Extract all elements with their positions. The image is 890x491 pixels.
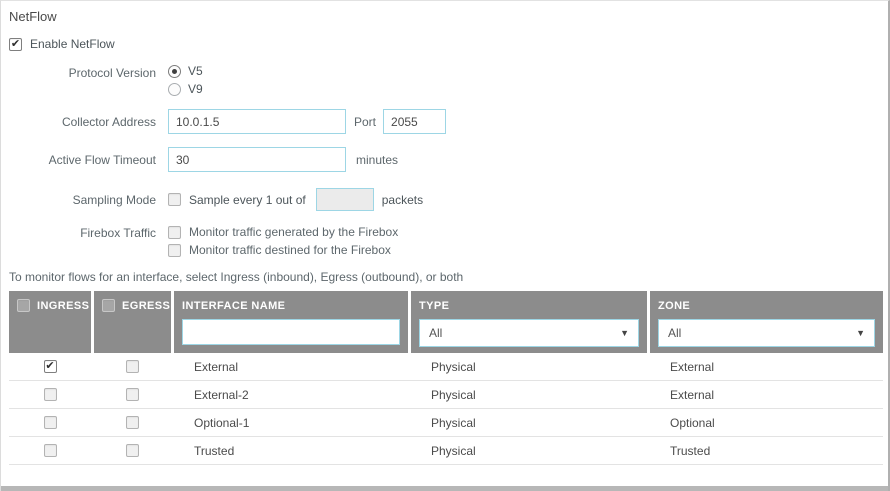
row-ingress-checkbox[interactable] [43,360,57,373]
type-header-label: TYPE [419,299,450,312]
sampling-mode-row: Sampling Mode Sample every 1 out of pack… [9,188,880,211]
table-intro-text: To monitor flows for an interface, selec… [9,270,464,284]
row-zone: Optional [670,415,715,430]
sampling-packets-label: packets [381,192,424,207]
table-header: INGRESS EGRESS INTERFACE NAME TYPE All ▼… [9,291,883,353]
collector-address-row: Collector Address Port [9,109,880,134]
v5-radio-label: V5 [188,64,203,78]
sampling-mode-label: Sampling Mode [72,192,156,207]
row-egress-checkbox[interactable] [126,388,139,401]
zone-header-label: ZONE [658,299,691,312]
table-row: External-2 Physical External [9,381,883,409]
row-egress-checkbox[interactable] [126,360,139,373]
row-ingress-checkbox[interactable] [43,416,57,429]
protocol-version-label: Protocol Version [68,66,156,80]
active-flow-timeout-input[interactable] [168,147,346,172]
sampling-rate-input[interactable] [315,188,374,211]
interface-name-filter-input[interactable] [182,319,400,345]
collector-address-label: Collector Address [61,114,156,129]
table-body: External Physical External External-2 Ph… [9,353,883,465]
active-flow-timeout-label: Active Flow Timeout [48,152,156,167]
interface-name-header-label: INTERFACE NAME [182,299,286,312]
firebox-traffic-destined-option: Monitor traffic destined for the Firebox [168,243,398,257]
row-interface-name: Trusted [194,443,235,458]
egress-select-all-checkbox[interactable] [102,299,115,312]
header-cell-egress: EGRESS [94,291,171,353]
enable-netflow-row: Enable NetFlow [9,37,880,51]
bottom-edge-bar [1,486,888,491]
firebox-traffic-generated-option: Monitor traffic generated by the Firebox [168,225,398,239]
monitor-destined-checkbox[interactable] [168,243,181,257]
type-filter-value: All [429,326,443,340]
ingress-select-all-checkbox[interactable] [17,299,30,312]
row-zone: External [670,387,715,402]
ingress-header-label: INGRESS [37,299,90,312]
protocol-version-row: Protocol Version V5 V9 [9,64,880,96]
zone-filter-select[interactable]: All ▼ [658,319,875,347]
firebox-traffic-options: Monitor traffic generated by the Firebox… [168,225,398,257]
sampling-mode-text: Sample every 1 out of [189,192,306,207]
row-interface-name: External-2 [194,387,249,402]
port-label: Port [354,114,377,129]
row-ingress-checkbox[interactable] [43,388,57,401]
header-cell-ingress: INGRESS [9,291,91,353]
timeout-unit-label: minutes [356,152,399,167]
collector-address-input[interactable] [168,109,346,134]
port-input[interactable] [383,109,447,134]
header-cell-type: TYPE All ▼ [411,291,647,353]
radio-option-v9: V9 [168,82,203,96]
interface-table: INGRESS EGRESS INTERFACE NAME TYPE All ▼… [9,291,883,465]
row-zone: Trusted [670,443,711,458]
page-title: NetFlow [9,9,57,24]
protocol-version-radio-group: V5 V9 [168,64,203,96]
zone-filter-value: All [668,326,682,340]
enable-netflow-checkbox[interactable] [9,37,22,51]
active-flow-timeout-row: Active Flow Timeout minutes [9,147,880,172]
v5-radio[interactable] [168,64,181,78]
row-type: Physical [431,387,476,402]
row-type: Physical [431,359,476,374]
row-interface-name: Optional-1 [194,415,250,430]
firebox-traffic-label: Firebox Traffic [80,226,156,240]
v9-radio-label: V9 [188,82,203,96]
monitor-generated-checkbox[interactable] [168,225,181,239]
header-cell-zone: ZONE All ▼ [650,291,883,353]
row-type: Physical [431,443,476,458]
netflow-settings-page: NetFlow Enable NetFlow Protocol Version … [0,0,890,491]
row-zone: External [670,359,715,374]
monitor-destined-label: Monitor traffic destined for the Firebox [189,243,391,257]
egress-header-label: EGRESS [122,299,171,312]
row-type: Physical [431,415,476,430]
sampling-mode-checkbox[interactable] [168,193,181,206]
radio-option-v5: V5 [168,64,203,78]
table-row: Trusted Physical Trusted [9,437,883,465]
sampling-mode-controls: Sample every 1 out of packets [168,188,423,211]
type-filter-select[interactable]: All ▼ [419,319,639,347]
firebox-traffic-row: Firebox Traffic Monitor traffic generate… [9,225,880,257]
monitor-generated-label: Monitor traffic generated by the Firebox [189,225,399,239]
table-row: External Physical External [9,353,883,381]
row-egress-checkbox[interactable] [126,444,139,457]
enable-netflow-label: Enable NetFlow [30,37,115,51]
header-cell-interface-name: INTERFACE NAME [174,291,408,353]
chevron-down-icon: ▼ [620,328,629,338]
row-egress-checkbox[interactable] [126,416,139,429]
row-ingress-checkbox[interactable] [43,444,57,457]
row-interface-name: External [194,359,239,374]
table-row: Optional-1 Physical Optional [9,409,883,437]
v9-radio[interactable] [168,82,181,96]
chevron-down-icon: ▼ [856,328,865,338]
